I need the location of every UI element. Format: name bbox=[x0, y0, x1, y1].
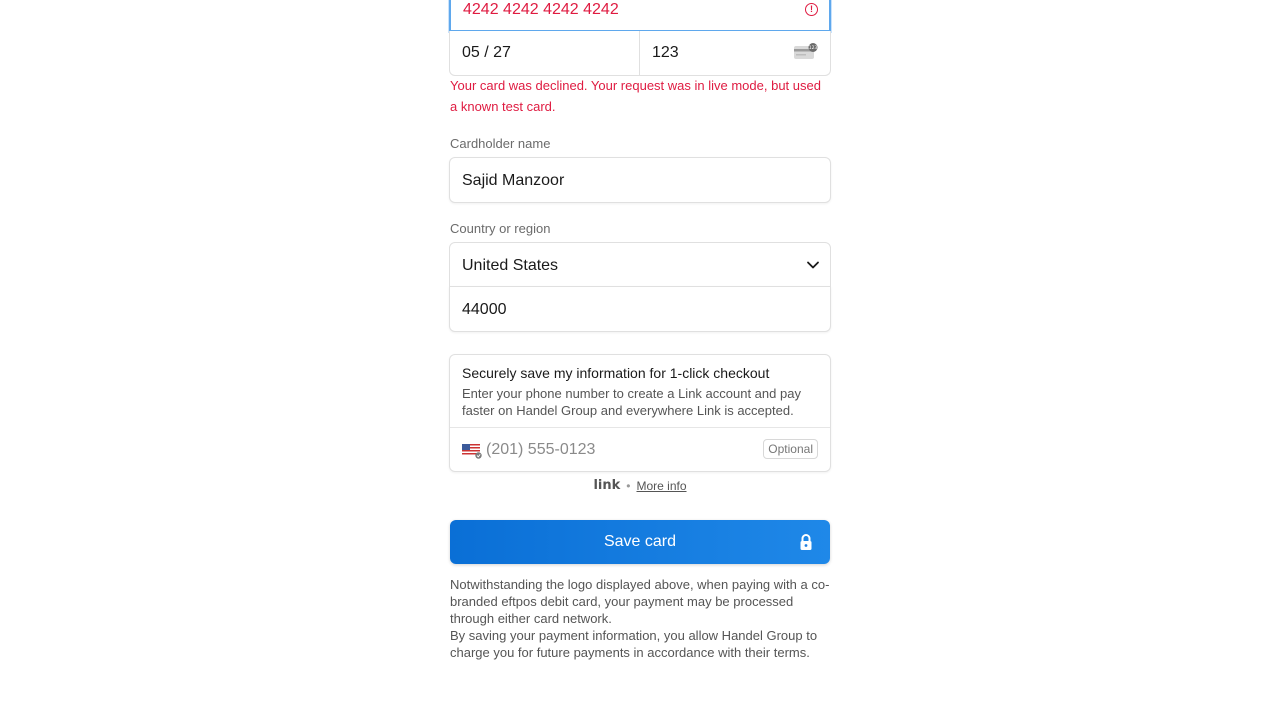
cardholder-name-field[interactable]: Sajid Manzoor bbox=[449, 157, 831, 203]
cvc-field[interactable]: 123 123 bbox=[639, 31, 831, 76]
link-title: Securely save my information for 1-click… bbox=[462, 365, 770, 381]
cvc-value: 123 bbox=[652, 44, 679, 61]
expiry-field[interactable]: 05 / 27 bbox=[449, 31, 640, 76]
card-error-message: Your card was declined. Your request was… bbox=[450, 78, 821, 114]
cvc-card-icon: 123 bbox=[794, 43, 818, 59]
phone-input[interactable] bbox=[486, 440, 746, 460]
country-select[interactable]: United States bbox=[449, 242, 831, 287]
chevron-down-icon bbox=[807, 261, 819, 269]
card-number-field[interactable]: 4242 4242 4242 4242 ! bbox=[449, 0, 831, 32]
save-card-button[interactable]: Save card bbox=[450, 520, 830, 564]
more-info-link[interactable]: More info bbox=[636, 479, 686, 493]
terms-notice: By saving your payment information, you … bbox=[450, 628, 818, 660]
expiry-value: 05 / 27 bbox=[462, 44, 511, 61]
us-flag-icon[interactable] bbox=[462, 444, 482, 459]
link-footer: link • More info bbox=[450, 478, 830, 494]
link-logo: link bbox=[593, 478, 621, 494]
error-icon: ! bbox=[805, 3, 818, 16]
link-description: Enter your phone number to create a Link… bbox=[462, 386, 801, 418]
postal-code-value: 44000 bbox=[462, 301, 507, 318]
lock-icon bbox=[800, 534, 812, 550]
link-save-box: Securely save my information for 1-click… bbox=[449, 354, 831, 472]
svg-text:123: 123 bbox=[809, 45, 818, 51]
country-value: United States bbox=[462, 257, 559, 274]
eftpos-notice: Notwithstanding the logo displayed above… bbox=[450, 577, 830, 626]
cardholder-label: Cardholder name bbox=[450, 136, 551, 151]
save-card-label: Save card bbox=[603, 533, 677, 550]
postal-code-field[interactable]: 44000 bbox=[449, 286, 831, 332]
divider bbox=[450, 427, 830, 428]
card-number-value: 4242 4242 4242 4242 bbox=[463, 1, 619, 18]
country-label: Country or region bbox=[450, 221, 551, 236]
optional-badge: Optional bbox=[763, 439, 818, 459]
separator-dot: • bbox=[626, 478, 631, 493]
cardholder-name-value: Sajid Manzoor bbox=[462, 172, 565, 189]
